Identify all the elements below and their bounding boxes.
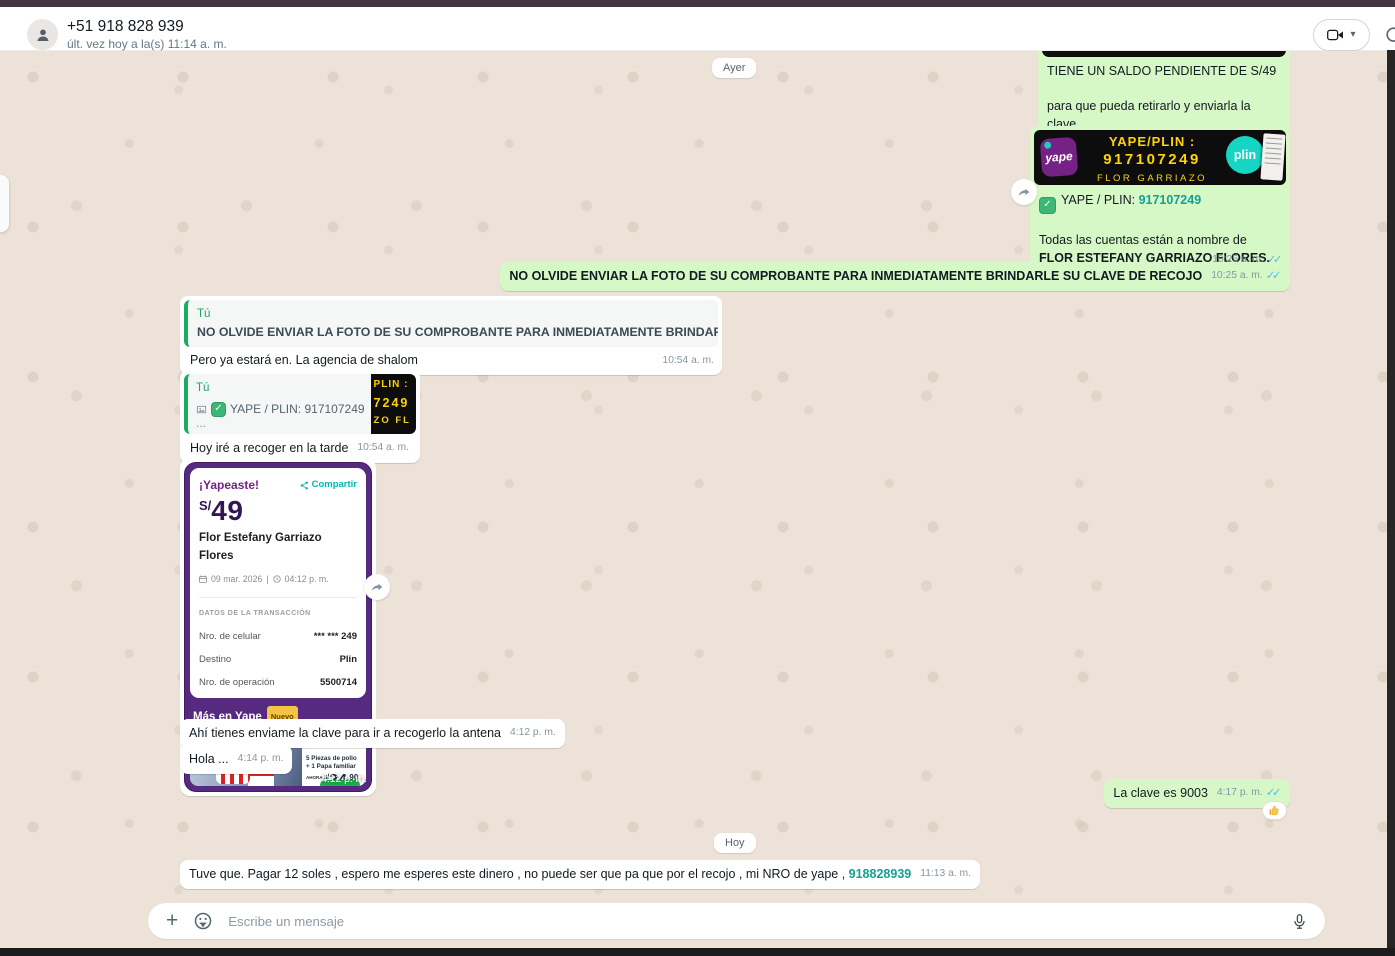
receipt-beneficiary: Flor Estefany Garriazo Flores xyxy=(199,529,357,565)
forward-arrow-icon xyxy=(369,579,385,595)
message-time: 4:17 p. m. xyxy=(1217,784,1263,802)
green-check-emoji: ✓ xyxy=(1039,197,1056,214)
message-incoming[interactable]: Tuve que. Pagar 12 soles , espero me esp… xyxy=(180,860,980,889)
message-text: Ahí tienes enviame la clave para ir a re… xyxy=(189,724,501,742)
share-button[interactable]: Compartir xyxy=(300,476,357,494)
search-icon[interactable] xyxy=(1384,25,1395,52)
date-divider-yesterday: Ayer xyxy=(712,58,756,78)
clock-icon xyxy=(273,575,281,583)
receipt-row: Nro. de celular*** *** 249 xyxy=(199,628,357,646)
voice-message-button[interactable] xyxy=(1291,913,1308,930)
plus-icon: + xyxy=(166,909,178,932)
yape-plin-number[interactable]: 917107249 xyxy=(1139,193,1202,207)
chat-header: +51 918 828 939 últ. vez hoy a la(s) 11:… xyxy=(0,7,1395,51)
message-incoming[interactable]: Tú NO OLVIDE ENVIAR LA FOTO DE SU COMPRO… xyxy=(180,296,722,375)
microphone-icon xyxy=(1291,913,1308,930)
message-time: 11:13 a. m. xyxy=(920,865,971,883)
message-incoming[interactable]: Ahí tienes enviame la clave para ir a re… xyxy=(180,719,565,748)
message-text: Hoy iré a recoger en la tarde xyxy=(190,439,348,457)
message-outgoing-image[interactable]: yape YAPE/PLIN : 917107249 FLOR GARRIAZO… xyxy=(1030,126,1290,275)
contact-name[interactable]: +51 918 828 939 xyxy=(67,18,184,36)
window-right-edge xyxy=(1387,50,1395,948)
phone-number-link[interactable]: 918828939 xyxy=(849,867,912,881)
message-input[interactable] xyxy=(226,913,1291,930)
forward-message-button[interactable] xyxy=(364,574,390,600)
attach-button[interactable]: + xyxy=(166,911,178,931)
chat-panel: Ayer TIENE UN SALDO PENDIENTE DE S/49 pa… xyxy=(0,50,1395,948)
message-time: 10:54 a. m. xyxy=(662,352,714,370)
message-time: 4:12 p. m. xyxy=(321,771,367,789)
caption-line: ✓YAPE / PLIN: 917107249 xyxy=(1039,191,1281,214)
message-composer[interactable]: + xyxy=(148,903,1325,939)
whatsapp-window: Ayer TIENE UN SALDO PENDIENTE DE S/49 pa… xyxy=(0,0,1395,956)
photo-icon xyxy=(196,404,207,415)
message-text: NO OLVIDE ENVIAR LA FOTO DE SU COMPROBAN… xyxy=(509,267,1202,285)
receipt-datetime: 09 mar. 2026 | 04:12 p. m. xyxy=(199,570,357,588)
chevron-down-icon: ▾ xyxy=(1350,30,1355,40)
message-time: 10:54 a. m. xyxy=(357,439,409,457)
emoji-button[interactable] xyxy=(193,911,213,931)
sticker-smiley-icon xyxy=(193,911,213,931)
message-incoming[interactable]: Hola ... 4:14 p. m. xyxy=(180,745,292,774)
read-ticks-icon: ✓✓ xyxy=(1266,267,1281,285)
green-check-emoji: ✓ xyxy=(211,402,226,417)
video-camera-icon xyxy=(1327,28,1344,42)
quoted-message[interactable]: Tú NO OLVIDE ENVIAR LA FOTO DE SU COMPRO… xyxy=(184,300,718,347)
receipt-title: ¡Yapeaste! xyxy=(199,476,259,494)
message-time: 10:25 a. m. xyxy=(1211,267,1263,285)
message-time: 4:12 p. m. xyxy=(510,724,556,742)
yape-logo: yape xyxy=(1040,137,1079,177)
thumbs-up-icon xyxy=(1268,804,1281,817)
receipt-amount: S/49 xyxy=(199,497,357,525)
message-incoming[interactable]: Tú ✓ YAPE / PLIN: 917107249 ... PLIN : xyxy=(180,370,420,463)
plin-logo: plin xyxy=(1226,136,1264,174)
person-icon xyxy=(34,26,52,44)
thumbs-up-reaction[interactable] xyxy=(1262,801,1287,820)
window-top-bar xyxy=(0,0,1395,7)
calendar-icon xyxy=(199,575,207,583)
message-time: 4:14 p. m. xyxy=(238,750,284,768)
read-ticks-icon: ✓✓ xyxy=(1266,784,1281,802)
video-call-button[interactable]: ▾ xyxy=(1313,19,1370,51)
quoted-caption: ✓ YAPE / PLIN: 917107249 xyxy=(196,400,365,418)
fries-cup-graphic xyxy=(248,774,274,786)
message-outgoing[interactable]: NO OLVIDE ENVIAR LA FOTO DE SU COMPROBAN… xyxy=(500,262,1290,291)
window-bottom-bar xyxy=(0,948,1395,956)
receipt-row: Nro. de operación5500714 xyxy=(199,674,357,692)
message-text: Tuve que. Pagar 12 soles , espero me esp… xyxy=(189,865,911,883)
share-icon xyxy=(300,481,309,490)
contact-avatar[interactable] xyxy=(27,19,58,50)
message-outgoing[interactable]: La clave es 9003 4:17 p. m. ✓✓ xyxy=(1104,779,1290,808)
message-text: Pero ya estará en. La agencia de shalom xyxy=(184,347,718,369)
receipt-paper-graphic xyxy=(1260,133,1285,180)
message-text: Hola ... xyxy=(189,750,229,768)
sidebar-collapse-handle[interactable] xyxy=(0,175,9,232)
forward-message-button[interactable] xyxy=(1011,179,1037,205)
contact-last-seen: últ. vez hoy a la(s) 11:14 a. m. xyxy=(67,37,227,51)
banner-text: YAPE/PLIN : 917107249 FLOR GARRIAZO FLOR… xyxy=(1082,133,1222,185)
yape-plin-banner-image[interactable]: yape YAPE/PLIN : 917107249 FLOR GARRIAZO… xyxy=(1034,130,1286,185)
quoted-image-thumbnail: PLIN : 7249 ZO FL xyxy=(371,374,416,434)
message-text: TIENE UN SALDO PENDIENTE DE S/49 xyxy=(1047,62,1281,80)
message-text: La clave es 9003 xyxy=(1113,784,1208,802)
date-divider-today: Hoy xyxy=(714,833,756,853)
attached-image-cropped[interactable] xyxy=(1042,50,1286,57)
receipt-section-title: DATOS DE LA TRANSACCIÓN xyxy=(199,605,357,623)
forward-arrow-icon xyxy=(1016,184,1032,200)
receipt-row: DestinoPlin xyxy=(199,651,357,669)
quoted-message[interactable]: Tú ✓ YAPE / PLIN: 917107249 ... PLIN : xyxy=(184,374,416,434)
caption-line: Todas las cuentas están a nombre de xyxy=(1039,231,1281,249)
